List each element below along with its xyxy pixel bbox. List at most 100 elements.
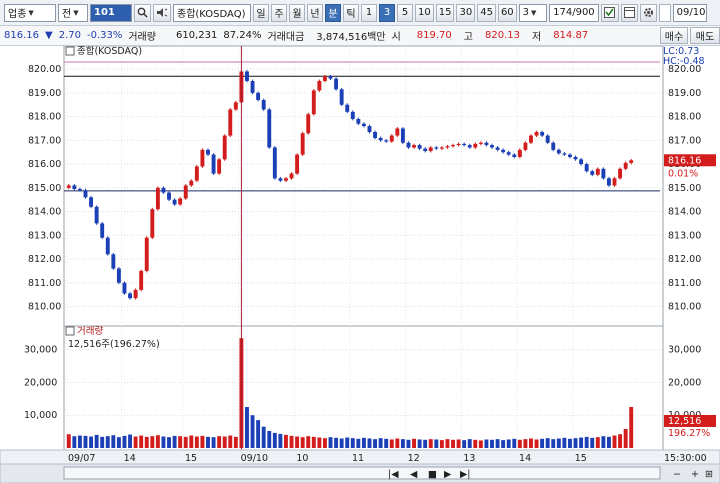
interval-button-30[interactable]: 30 (456, 3, 476, 22)
volume-panel-title: 거래량 (77, 325, 103, 337)
volume-bar (200, 435, 205, 448)
scrollbar-thumb[interactable] (63, 466, 661, 480)
candle (256, 92, 261, 100)
volume-bar (367, 438, 372, 448)
candle (556, 149, 561, 154)
candle (116, 268, 121, 283)
volume-bar (139, 435, 144, 448)
checkbox-icon (603, 7, 615, 18)
interval-button-5[interactable]: 5 (397, 3, 413, 22)
layout-button[interactable] (620, 3, 638, 22)
volume-bar (595, 437, 600, 448)
volume-bar (111, 435, 116, 448)
interval-button-60[interactable]: 60 (497, 3, 517, 22)
volume-bar (217, 436, 222, 448)
candle (417, 145, 422, 149)
volume-bar (623, 428, 628, 448)
volume-tick-label: 10,000 (24, 410, 57, 421)
candle (289, 173, 294, 179)
volume-bar (206, 436, 210, 448)
panel-toggle-icon[interactable] (65, 46, 75, 56)
y-tick-label: 815.00 (668, 183, 701, 194)
code-input[interactable]: 101 (90, 3, 132, 22)
candle (206, 149, 210, 155)
candle (172, 199, 177, 205)
volume-bar (389, 439, 394, 448)
volume-ratio: 87.24% (223, 30, 262, 41)
candle (373, 132, 378, 138)
interval-button-45[interactable]: 45 (477, 3, 496, 22)
check-button[interactable] (600, 3, 619, 22)
volume-tick-label: 20,000 (668, 377, 701, 388)
volume-bar (183, 436, 188, 448)
y-tick-label: 813.00 (668, 230, 701, 241)
scroll-first-icon[interactable]: |◀ (388, 469, 399, 480)
volume-bar (478, 440, 483, 448)
interval-label: 15 (438, 7, 452, 18)
buy-button[interactable]: 매수 (660, 27, 688, 44)
sell-button[interactable]: 매도 (690, 27, 720, 44)
volume-bar (278, 433, 283, 448)
period-button-tick[interactable]: 틱 (343, 3, 359, 22)
stop-icon[interactable]: ■ (428, 469, 437, 480)
x-tick-label: 12 (408, 453, 420, 464)
volume-bar (451, 439, 455, 448)
period-button-week[interactable]: 주 (271, 3, 287, 22)
candle (529, 135, 533, 143)
candle (189, 180, 194, 186)
zoom-reset-icon[interactable]: ⊞ (705, 469, 713, 480)
period-select[interactable]: 전 ▼ (58, 3, 88, 22)
candle (144, 237, 149, 271)
price-volume-chart[interactable]: 종합(KOSDAQ) 거래량 12,516주(196.27%) LC:0.73 … (0, 46, 720, 483)
panel-toggle-icon[interactable] (65, 326, 75, 336)
volume-bar (178, 436, 183, 448)
candle (462, 143, 467, 146)
volume-current-text: 12,516주(196.27%) (68, 339, 160, 350)
candle (512, 154, 517, 157)
scroll-last-icon[interactable]: ▶| (460, 469, 471, 480)
interval-button-3[interactable]: 3 (379, 3, 395, 22)
x-tick-label: 10 (296, 453, 308, 464)
volume-bar (89, 436, 94, 448)
period-button-minute[interactable]: 분 (325, 3, 341, 22)
period-button-month[interactable]: 월 (289, 3, 305, 22)
volume-bar (317, 437, 322, 448)
candle (350, 111, 355, 119)
search-icon (137, 7, 148, 18)
interval-label: 60 (500, 7, 514, 18)
y-tick-label: 814.00 (28, 207, 61, 218)
period-button-day[interactable]: 일 (253, 3, 269, 22)
x-tick-label: 09/07 (68, 453, 95, 464)
scroll-left-icon[interactable]: ◀ (410, 469, 418, 480)
interval-label: 30 (459, 7, 473, 18)
zoom-in-icon[interactable]: + (691, 469, 699, 480)
market-select-value: 업종 (8, 9, 27, 20)
date-field[interactable]: 09/10 (672, 3, 707, 22)
search-button[interactable] (134, 3, 151, 22)
candle (228, 109, 233, 136)
interval-button-1[interactable]: 1 (361, 3, 377, 22)
volume-bar (361, 437, 366, 448)
high-label: 고 (463, 32, 473, 43)
volume-bar (155, 435, 160, 448)
candle (551, 142, 556, 150)
volume-bar (434, 439, 439, 448)
interval-select[interactable]: 3 ▼ (518, 3, 547, 22)
interval-button-15[interactable]: 15 (435, 3, 455, 22)
candle (245, 71, 249, 81)
volume-bar (490, 439, 494, 448)
period-button-year[interactable]: 년 (307, 3, 323, 22)
date-checkbox[interactable] (658, 3, 671, 22)
interval-button-10[interactable]: 10 (415, 3, 434, 22)
market-select[interactable]: 업종 ▼ (4, 3, 56, 22)
interval-label: 1 (365, 7, 373, 18)
volume-bar (133, 436, 138, 448)
scroll-right-icon[interactable]: ▶ (444, 469, 452, 480)
sound-button[interactable] (153, 3, 171, 22)
zoom-out-icon[interactable]: − (673, 469, 681, 480)
volume-bar (72, 436, 77, 448)
settings-button[interactable] (639, 3, 657, 22)
count-field[interactable]: 174/900 (548, 3, 599, 22)
volume-bar (540, 438, 545, 448)
volume-bar (423, 439, 428, 448)
